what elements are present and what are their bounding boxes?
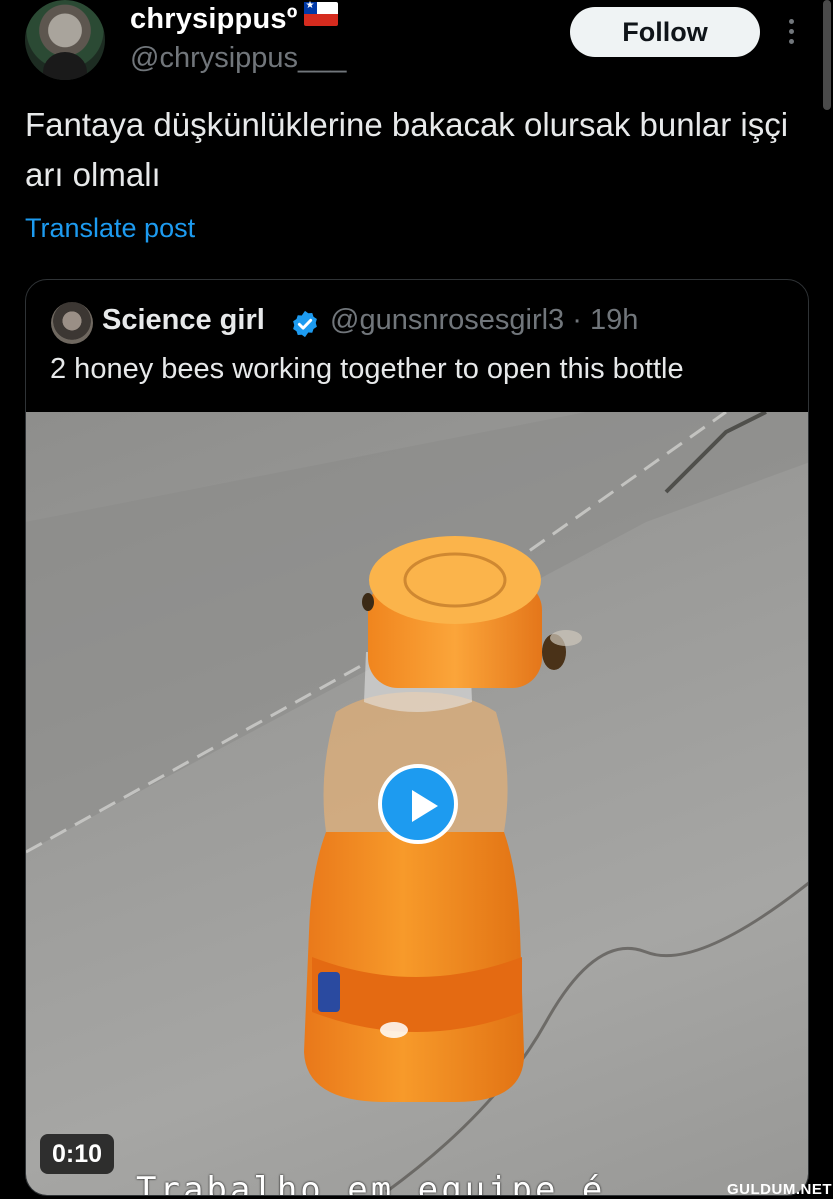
play-icon[interactable] bbox=[378, 764, 458, 844]
chile-flag-icon bbox=[303, 0, 338, 26]
author-handle[interactable]: @chrysippus___ bbox=[130, 42, 346, 75]
quoted-handle-time[interactable]: @gunsnrosesgirl3 · 19h bbox=[330, 304, 638, 337]
translate-post-link[interactable]: Translate post bbox=[25, 213, 195, 244]
author-avatar[interactable] bbox=[25, 0, 105, 80]
follow-button[interactable]: Follow bbox=[570, 7, 760, 57]
scrollbar[interactable] bbox=[823, 0, 831, 110]
quoted-post[interactable]: Science girl @gunsnrosesgirl3 · 19h 2 ho… bbox=[25, 279, 809, 1196]
author-name-row[interactable]: chrysippusº bbox=[130, 0, 338, 36]
post-text: Fantaya düşkünlüklerine bakacak olursak … bbox=[25, 106, 789, 193]
quoted-post-text: 2 honey bees working together to open th… bbox=[50, 353, 684, 385]
quoted-author-name[interactable]: Science girl bbox=[102, 304, 265, 337]
quoted-author-avatar[interactable] bbox=[51, 302, 93, 344]
watermark: GULDUM.NET bbox=[727, 1181, 832, 1198]
author-name[interactable]: chrysippusº bbox=[130, 3, 298, 35]
video-duration-badge: 0:10 bbox=[40, 1134, 114, 1174]
video-caption: Trabalho em equipe é bbox=[136, 1170, 606, 1196]
video-player[interactable]: 0:10 Trabalho em equipe é bbox=[26, 412, 808, 1196]
post-header: chrysippusº @chrysippus___ Follow bbox=[0, 0, 833, 90]
verified-badge-icon bbox=[293, 310, 317, 338]
more-options-icon[interactable] bbox=[780, 16, 802, 48]
